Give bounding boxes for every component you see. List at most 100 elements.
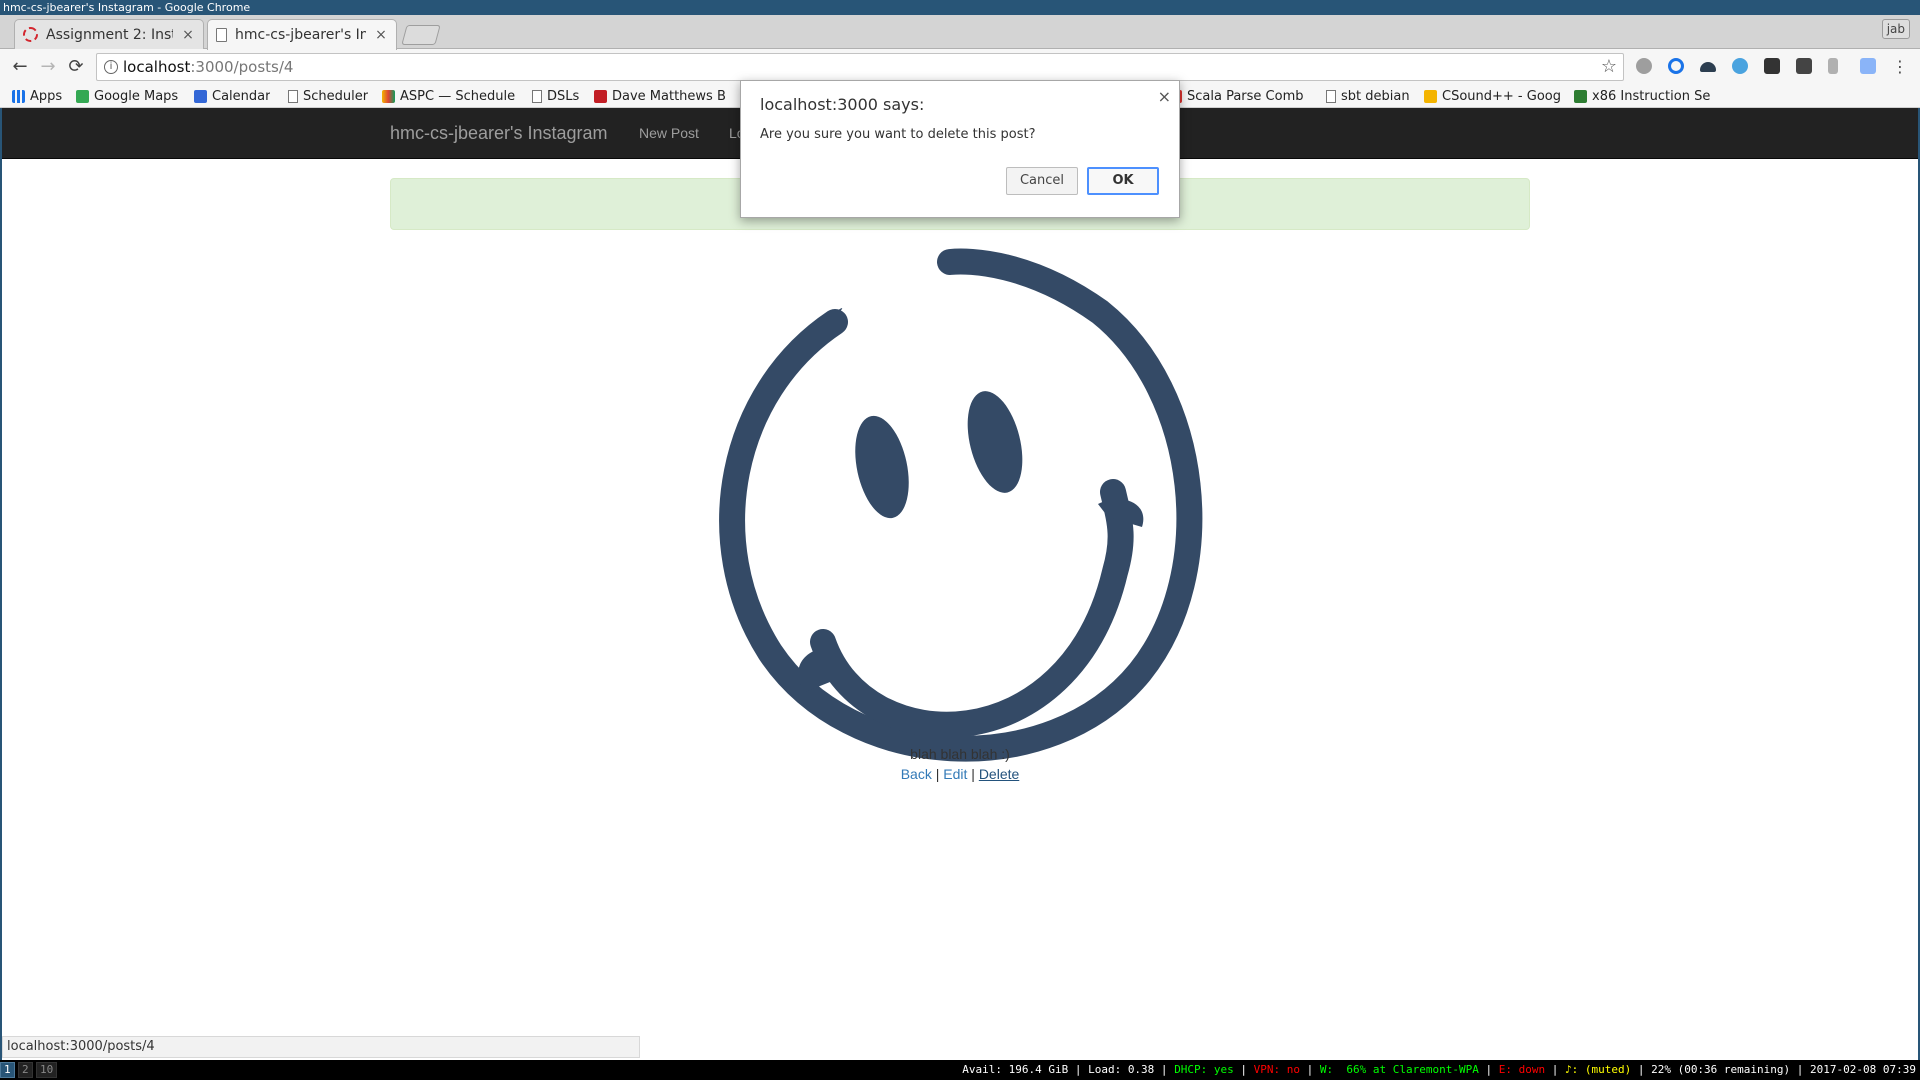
calendar-icon [194, 90, 207, 103]
ok-button[interactable]: OK [1087, 167, 1159, 195]
bookmark-label: CSound++ - Goog [1442, 89, 1560, 104]
status-separator: | [1233, 1063, 1254, 1076]
cloud-icon[interactable] [1700, 62, 1716, 72]
status-block: Load: 0.38 [1088, 1063, 1155, 1076]
adblock-icon[interactable] [1636, 58, 1652, 74]
favicon-ring-icon [23, 27, 38, 42]
address-bar[interactable]: i localhost:3000/posts/4 ☆ [96, 53, 1624, 81]
bookmark-star-icon[interactable]: ☆ [1601, 54, 1617, 80]
dots-extension-icon[interactable] [1796, 58, 1812, 74]
mouth-left-tip [798, 647, 835, 692]
status-separator: | [1068, 1063, 1089, 1076]
window-title: hmc-cs-jbearer's Instagram - Google Chro… [0, 0, 1920, 15]
status-separator: | [1545, 1063, 1565, 1076]
url-path: :3000/posts/4 [190, 58, 294, 76]
close-icon[interactable]: × [181, 27, 195, 43]
dialog-title: localhost:3000 says: [760, 95, 925, 114]
bookmark-label: Apps [30, 89, 63, 104]
tab-assignment[interactable]: Assignment 2: Insta × [14, 19, 204, 49]
workspace-10[interactable]: 10 [36, 1062, 58, 1078]
status-separator: | [1478, 1063, 1499, 1076]
reload-icon[interactable]: ⟳ [64, 55, 88, 79]
close-icon[interactable]: × [1158, 87, 1171, 106]
page-icon [216, 28, 227, 42]
bookmark-dave-matthews[interactable]: Dave Matthews B [594, 88, 728, 105]
bookmark-x86[interactable]: x86 Instruction Se [1574, 88, 1714, 105]
check-extension-icon[interactable] [1732, 58, 1748, 74]
bookmark-aspc[interactable]: ASPC — Schedule [382, 88, 515, 105]
status-bubble-url: localhost:3000/posts/4 [2, 1036, 640, 1058]
left-eye [855, 415, 909, 519]
back-link[interactable]: Back [901, 766, 932, 782]
site-brand-link[interactable]: hmc-cs-jbearer's Instagram [390, 108, 608, 159]
close-icon[interactable]: × [374, 27, 388, 43]
bars-extension-icon[interactable] [1828, 58, 1838, 74]
status-block: DHCP: yes [1174, 1063, 1234, 1076]
right-eye [967, 391, 1023, 493]
maps-icon [76, 90, 89, 103]
x86-icon [1574, 90, 1587, 103]
bookmark-label: Google Maps [94, 89, 179, 104]
music-icon [594, 90, 607, 103]
aspc-icon [382, 90, 395, 103]
bookmark-scala[interactable]: Scala Parse Comb [1176, 88, 1310, 105]
post-image-smiley [719, 248, 1203, 762]
tab-strip: Assignment 2: Insta × hmc-cs-jbearer's I… [0, 15, 1920, 50]
bookmark-csound[interactable]: CSound++ - Goog [1424, 88, 1560, 105]
url-host: localhost [123, 58, 191, 76]
page-icon [288, 90, 298, 103]
back-arrow-icon[interactable]: ← [8, 55, 32, 79]
status-separator: | [1300, 1063, 1320, 1076]
page-viewport: hmc-cs-jbearer's Instagram New Post Lo b… [0, 108, 1920, 1060]
apps-grid-icon [12, 90, 25, 103]
bookmark-dsls[interactable]: DSLs [532, 88, 579, 105]
menu-icon[interactable]: ⋮ [1888, 55, 1912, 79]
status-separator: | [1790, 1063, 1811, 1076]
page-icon [1326, 90, 1336, 103]
status-block: E: down [1498, 1063, 1546, 1076]
bookmark-google-maps[interactable]: Google Maps [76, 88, 178, 105]
separator: | [935, 766, 940, 782]
cancel-button[interactable]: Cancel [1006, 167, 1078, 195]
status-block: 2017-02-08 07:39 [1810, 1063, 1916, 1076]
post-caption: blah blah blah :) [910, 746, 1010, 762]
status-blocks: Avail: 196.4 GiB | Load: 0.38 | DHCP: ye… [962, 1060, 1916, 1080]
info-icon[interactable]: i [104, 60, 118, 74]
page-icon [532, 90, 542, 103]
translate-extension-icon[interactable] [1860, 58, 1876, 74]
edit-link[interactable]: Edit [943, 766, 967, 782]
bookmark-apps[interactable]: Apps [12, 88, 62, 105]
workspace-2[interactable]: 2 [18, 1062, 33, 1078]
bookmark-label: Calendar [212, 89, 271, 104]
tab-instagram[interactable]: hmc-cs-jbearer's Ins × [207, 19, 397, 50]
status-block: VPN: no [1253, 1063, 1301, 1076]
delete-link[interactable]: Delete [979, 766, 1019, 782]
bookmark-calendar[interactable]: Calendar [194, 88, 270, 105]
status-block: W: 66% at Claremont-WPA [1319, 1063, 1479, 1076]
dialog-message: Are you sure you want to delete this pos… [760, 127, 1036, 142]
i3-status-bar: 1 2 10 Avail: 196.4 GiB | Load: 0.38 | D… [0, 1060, 1920, 1080]
separator: | [971, 766, 975, 782]
bookmark-label: ASPC — Schedule [400, 89, 516, 104]
status-separator: | [1154, 1063, 1175, 1076]
workspace-1[interactable]: 1 [0, 1062, 15, 1078]
tab-label: hmc-cs-jbearer's Ins [235, 27, 366, 43]
status-block: Avail: 196.4 GiB [962, 1063, 1069, 1076]
bookmark-label: Dave Matthews B [612, 89, 726, 104]
smile-mouth [810, 479, 1134, 738]
status-block: 22% (00:36 remaining) [1651, 1063, 1791, 1076]
bookmark-label: DSLs [547, 89, 580, 104]
new-tab-button[interactable] [401, 25, 441, 45]
ghost-icon[interactable] [1764, 58, 1780, 74]
slides-icon [1424, 90, 1437, 103]
nav-new-post[interactable]: New Post [639, 108, 699, 159]
bookmark-label: Scala Parse Comb [1187, 89, 1304, 104]
forward-arrow-icon[interactable]: → [36, 55, 60, 79]
profile-button[interactable]: jab [1881, 19, 1910, 39]
bookmark-label: Scheduler [303, 89, 369, 104]
bookmark-label: x86 Instruction Se [1592, 89, 1711, 104]
status-separator: | [1631, 1063, 1652, 1076]
extension-circle-icon[interactable] [1668, 58, 1684, 74]
bookmark-sbt-debian[interactable]: sbt debian [1326, 88, 1410, 105]
bookmark-scheduler[interactable]: Scheduler [288, 88, 368, 105]
